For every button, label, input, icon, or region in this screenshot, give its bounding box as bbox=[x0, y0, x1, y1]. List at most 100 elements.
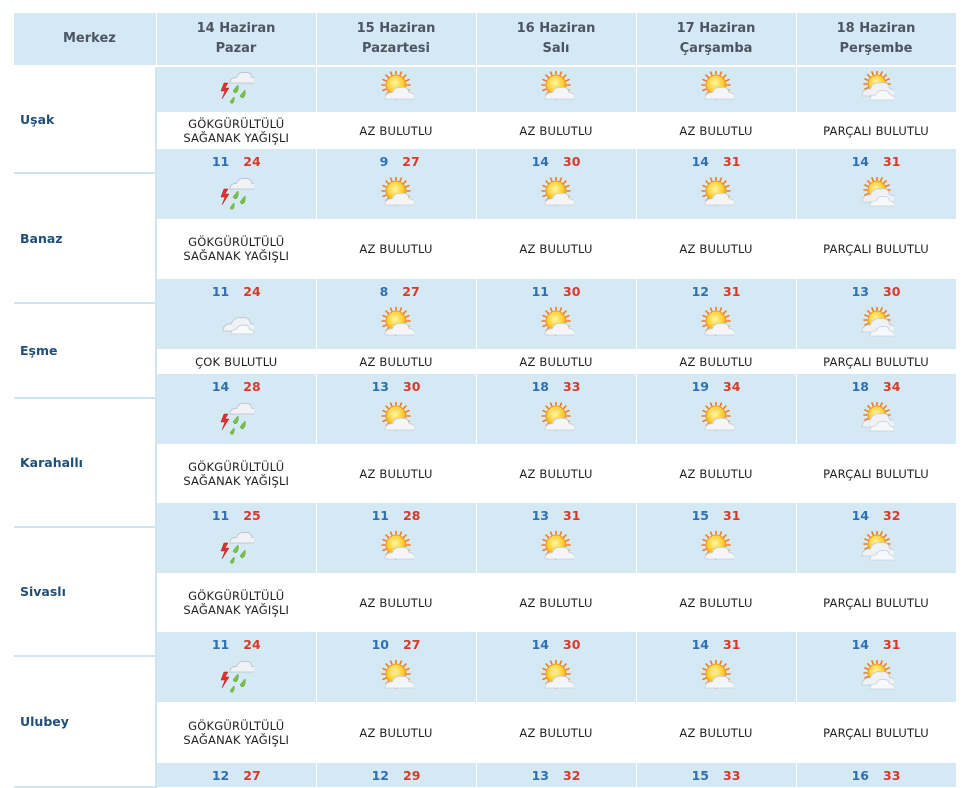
weather-icon-cell bbox=[636, 66, 797, 112]
temperature-cell: 16 33 bbox=[796, 763, 957, 787]
day-header: 17 Haziran Çarşamba bbox=[636, 13, 797, 67]
cloudy-icon bbox=[218, 311, 259, 341]
min-temperature: 12 bbox=[371, 767, 389, 783]
temperature-cell: 19 34 bbox=[636, 374, 797, 398]
city-name[interactable]: Ulubey bbox=[14, 656, 157, 788]
thunderstorm-icon bbox=[218, 177, 259, 215]
description-line: AZ BULUTLU bbox=[519, 123, 593, 138]
min-temperature: 18 bbox=[851, 378, 869, 394]
description-line: AZ BULUTLU bbox=[359, 466, 433, 481]
city-name[interactable]: Sivaslı bbox=[14, 527, 157, 657]
weather-icon-cell bbox=[636, 173, 797, 219]
temperature-cell: 14 28 bbox=[156, 374, 317, 398]
city-name[interactable]: Eşme bbox=[14, 303, 157, 399]
max-temperature: 30 bbox=[563, 636, 581, 652]
min-temperature: 14 bbox=[531, 153, 549, 169]
weather-icon-cell bbox=[316, 398, 477, 444]
weather-description: AZ BULUTLU bbox=[316, 702, 477, 763]
description-line: GÖKGÜRÜLTÜLÜ bbox=[188, 116, 285, 131]
min-temperature: 19 bbox=[691, 378, 709, 394]
description-row: ÇOK BULUTLU AZ BULUTLU AZ BULUTLU AZ BULUTL… bbox=[14, 349, 957, 374]
partly-sunny-icon bbox=[538, 530, 576, 569]
description-line: AZ BULUTLU bbox=[519, 466, 593, 481]
temperature-cell: 13 30 bbox=[316, 374, 477, 398]
min-temperature: 9 bbox=[379, 153, 389, 169]
min-temperature: 15 bbox=[691, 767, 709, 783]
description-row: GÖKGÜRÜLTÜLÜ SAĞANAK YAĞIŞLI AZ BULUTLU AZ … bbox=[14, 219, 957, 279]
weather-icon-cell bbox=[476, 66, 637, 112]
temperature-cell: 14 31 bbox=[636, 632, 797, 656]
description-line: AZ BULUTLU bbox=[359, 354, 433, 369]
description-line: GÖKGÜRÜLTÜLÜ bbox=[188, 718, 285, 733]
min-temperature: 11 bbox=[371, 507, 389, 523]
weather-icon-cell bbox=[316, 527, 477, 573]
mostly-cloudy-sun-icon bbox=[858, 530, 898, 569]
weather-icon-cell bbox=[156, 398, 317, 444]
temperature-row: 11 25 11 28 13 31 15 31 14 32 bbox=[14, 503, 957, 527]
max-temperature: 28 bbox=[243, 378, 261, 394]
mostly-cloudy-sun-icon bbox=[858, 69, 898, 109]
description-line: PARÇALI BULUTLU bbox=[823, 466, 929, 481]
city-name[interactable]: Uşak bbox=[14, 66, 157, 174]
min-temperature: 15 bbox=[691, 507, 709, 523]
max-temperature: 31 bbox=[563, 507, 581, 523]
max-temperature: 33 bbox=[883, 767, 901, 783]
weather-description: PARÇALI BULUTLU bbox=[796, 112, 957, 149]
min-temperature: 12 bbox=[691, 283, 709, 299]
min-temperature: 10 bbox=[371, 636, 389, 652]
temperature-cell: 11 24 bbox=[156, 279, 317, 303]
description-line: GÖKGÜRÜLTÜLÜ bbox=[188, 459, 285, 474]
description-line: AZ BULUTLU bbox=[679, 595, 753, 610]
description-line: AZ BULUTLU bbox=[519, 242, 593, 256]
weather-description: GÖKGÜRÜLTÜLÜ SAĞANAK YAĞIŞLI bbox=[156, 112, 317, 149]
weather-icon-cell bbox=[476, 656, 637, 702]
weather-description: AZ BULUTLU bbox=[316, 219, 477, 279]
description-line: AZ BULUTLU bbox=[679, 354, 753, 369]
weather-icon-cell bbox=[796, 527, 957, 573]
temperature-row: 12 27 12 29 13 32 15 33 16 33 bbox=[14, 763, 957, 787]
temperature-row: 14 28 13 30 18 33 19 34 18 34 bbox=[14, 374, 957, 398]
temperature-cell: 14 32 bbox=[796, 503, 957, 527]
weather-icon-cell bbox=[796, 303, 957, 349]
min-temperature: 14 bbox=[691, 153, 709, 169]
description-line: SAĞANAK YAĞIŞLI bbox=[183, 130, 290, 145]
min-temperature: 13 bbox=[371, 378, 389, 394]
thunderstorm-icon bbox=[218, 71, 259, 109]
thunderstorm-icon bbox=[218, 660, 259, 698]
max-temperature: 31 bbox=[883, 636, 901, 652]
min-temperature: 11 bbox=[531, 283, 549, 299]
weather-icon-cell bbox=[796, 173, 957, 219]
min-temperature: 13 bbox=[851, 283, 869, 299]
max-temperature: 28 bbox=[403, 507, 421, 523]
max-temperature: 24 bbox=[243, 636, 261, 652]
day-header: 18 Haziran Perşembe bbox=[796, 13, 957, 67]
city-name[interactable]: Karahallı bbox=[14, 398, 157, 528]
partly-sunny-icon bbox=[698, 401, 736, 440]
city-name[interactable]: Banaz bbox=[14, 173, 157, 304]
min-temperature: 18 bbox=[531, 378, 549, 394]
temperature-cell: 8 27 bbox=[316, 279, 477, 303]
partly-sunny-icon bbox=[538, 306, 576, 345]
weather-description: PARÇALI BULUTLU bbox=[796, 702, 957, 763]
partly-sunny-icon bbox=[378, 401, 416, 440]
temperature-cell: 13 31 bbox=[476, 503, 637, 527]
forecast-table-wrapper: Merkez 14 Haziran Pazar 15 Haziran Pazarte… bbox=[14, 13, 957, 788]
partly-sunny-icon bbox=[378, 176, 416, 215]
max-temperature: 27 bbox=[243, 767, 261, 783]
weather-description: AZ BULUTLU bbox=[476, 219, 637, 279]
weather-description: AZ BULUTLU bbox=[476, 349, 637, 374]
weather-description: AZ BULUTLU bbox=[476, 702, 637, 763]
max-temperature: 24 bbox=[243, 283, 261, 299]
temperature-cell: 14 30 bbox=[476, 632, 637, 656]
max-temperature: 27 bbox=[402, 153, 420, 169]
min-temperature: 14 bbox=[531, 636, 549, 652]
partly-sunny-icon bbox=[378, 659, 416, 698]
description-line: AZ BULUTLU bbox=[679, 242, 753, 256]
temperature-cell: 11 24 bbox=[156, 632, 317, 656]
partly-sunny-icon bbox=[538, 401, 576, 440]
thunderstorm-icon bbox=[218, 402, 259, 440]
header-row: Merkez 14 Haziran Pazar 15 Haziran Pazarte… bbox=[14, 13, 957, 67]
min-temperature: 13 bbox=[531, 767, 549, 783]
weather-icon-cell bbox=[156, 303, 317, 349]
weather-icon-cell bbox=[316, 173, 477, 219]
